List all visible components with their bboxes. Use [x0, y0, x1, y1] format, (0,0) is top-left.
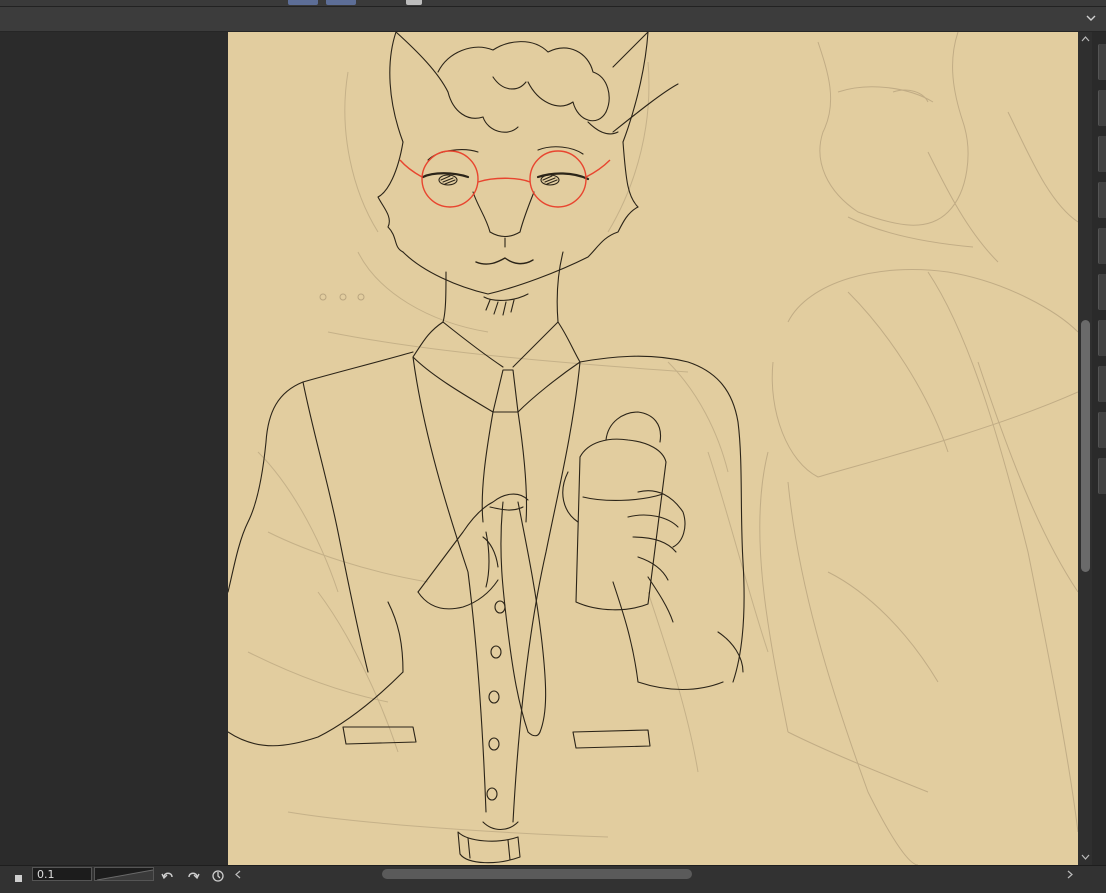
- vertical-scrollbar[interactable]: [1078, 32, 1092, 865]
- panel-tab[interactable]: [1098, 182, 1106, 218]
- panel-tab[interactable]: [1098, 366, 1106, 402]
- scroll-right-icon[interactable]: [1064, 867, 1076, 881]
- panel-tab[interactable]: [1098, 458, 1106, 494]
- horizontal-scroll-thumb[interactable]: [382, 869, 692, 879]
- panel-tab[interactable]: [1098, 320, 1106, 356]
- scroll-down-icon[interactable]: [1078, 850, 1092, 864]
- vertical-scroll-thumb[interactable]: [1081, 320, 1090, 572]
- panel-tab[interactable]: [1098, 90, 1106, 126]
- status-bar: 0.1: [0, 865, 1106, 893]
- top-toolbar: [0, 0, 1106, 7]
- zoom-input[interactable]: 0.1: [32, 867, 92, 881]
- right-panel-rail: [1092, 32, 1106, 865]
- panel-tab[interactable]: [1098, 44, 1106, 80]
- chevron-down-icon[interactable]: [1084, 11, 1098, 25]
- scroll-left-icon[interactable]: [232, 867, 244, 881]
- panel-tab[interactable]: [1098, 136, 1106, 172]
- rotate-reset-icon[interactable]: [210, 869, 226, 883]
- drawing-canvas[interactable]: [228, 32, 1078, 865]
- command-bar: [0, 7, 1106, 32]
- toolbar-button[interactable]: [406, 0, 422, 5]
- zoom-slider[interactable]: [94, 867, 154, 881]
- toolbar-button[interactable]: [326, 0, 356, 5]
- redo-icon[interactable]: [185, 869, 201, 883]
- panel-tab[interactable]: [1098, 274, 1106, 310]
- panel-tab[interactable]: [1098, 412, 1106, 448]
- horizontal-scrollbar[interactable]: [232, 867, 1082, 881]
- panel-tab[interactable]: [1098, 228, 1106, 264]
- line-art: [228, 32, 1078, 865]
- scroll-up-icon[interactable]: [1078, 32, 1092, 46]
- undo-icon[interactable]: [160, 869, 176, 883]
- toolbar-button[interactable]: [288, 0, 318, 5]
- stop-icon[interactable]: [13, 873, 23, 883]
- left-panel: [0, 32, 228, 865]
